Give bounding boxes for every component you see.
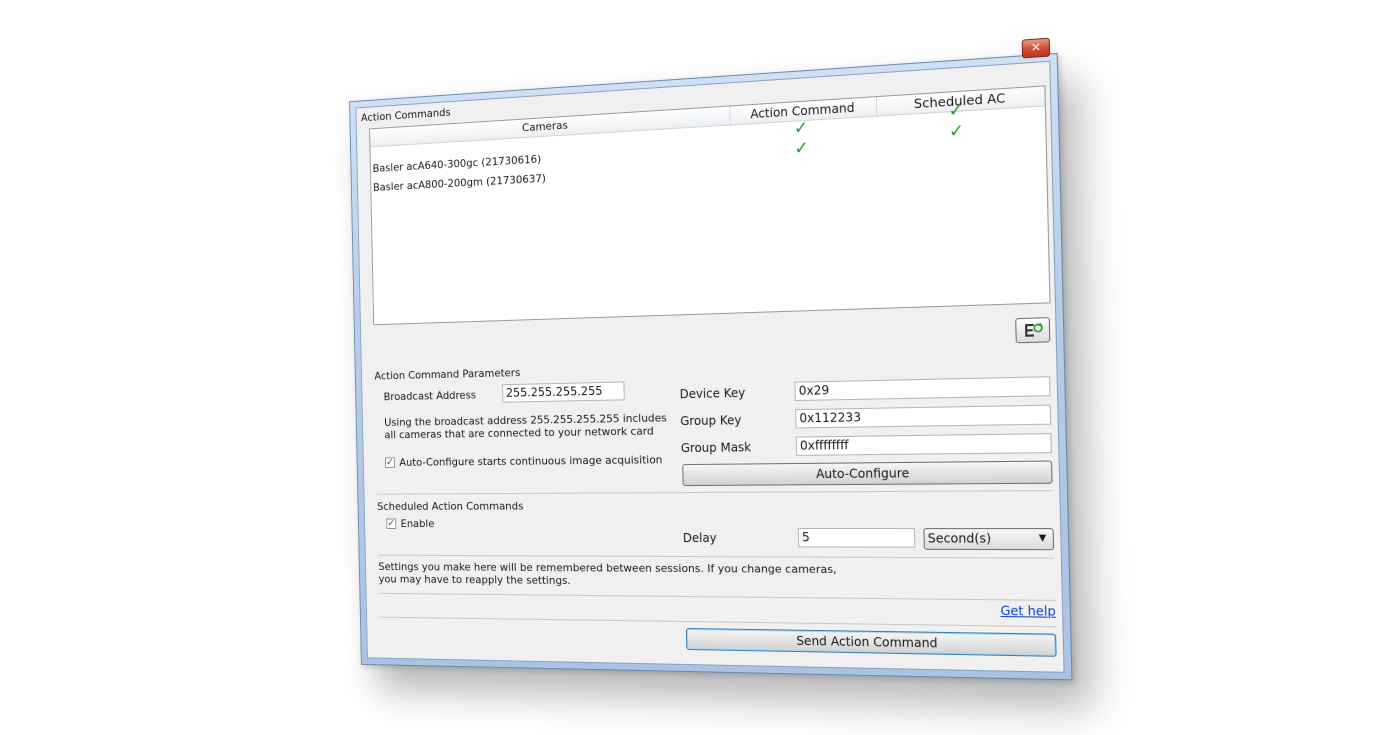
client-area: Action Commands Cameras Action Command S… xyxy=(355,60,1065,673)
camera-grid[interactable]: Cameras Action Command Scheduled AC Basl… xyxy=(369,85,1051,326)
separator xyxy=(378,554,1055,559)
separator xyxy=(379,616,1056,628)
auto-configure-button[interactable]: Auto-Configure xyxy=(682,460,1053,487)
broadcast-address-input[interactable]: 255.255.255.255 xyxy=(502,381,625,403)
delay-unit-select[interactable]: Second(s) ▼ xyxy=(923,528,1055,551)
autoconfig-checkbox[interactable]: ✓ xyxy=(384,457,395,468)
params-section-label: Action Command Parameters xyxy=(374,366,521,383)
settings-note-line2: you may have to reapply the settings. xyxy=(378,572,571,587)
checkmark-icon[interactable]: ✓ xyxy=(949,121,965,143)
device-key-input[interactable]: 0x29 xyxy=(794,376,1051,402)
window-title: Action Commands xyxy=(360,105,451,125)
enable-checkbox-label: Enable xyxy=(400,517,435,530)
group-mask-input[interactable]: 0xffffffff xyxy=(795,433,1052,456)
device-key-label: Device Key xyxy=(679,385,746,402)
autoconfig-checkbox-label: Auto-Configure starts continuous image a… xyxy=(399,453,663,469)
refresh-list-icon xyxy=(1025,318,1049,337)
action-commands-window: ✕ Action Commands Cameras Action Command… xyxy=(349,37,1073,681)
checkmark-icon[interactable]: ✓ xyxy=(794,118,809,139)
enable-checkbox[interactable]: ✓ xyxy=(386,518,397,529)
group-key-input[interactable]: 0x112233 xyxy=(795,404,1052,429)
scheduled-section-label: Scheduled Action Commands xyxy=(376,499,524,513)
separator xyxy=(378,592,1056,601)
close-button[interactable]: ✕ xyxy=(1021,37,1051,59)
refresh-list-button[interactable] xyxy=(1015,317,1051,344)
separator xyxy=(376,490,1053,495)
get-help-link[interactable]: Get help xyxy=(1000,603,1056,618)
broadcast-address-label: Broadcast Address xyxy=(383,388,477,404)
chevron-down-icon: ▼ xyxy=(1038,533,1047,544)
send-action-command-button[interactable]: Send Action Command xyxy=(685,627,1057,657)
group-mask-label: Group Mask xyxy=(680,440,752,456)
checkmark-icon[interactable]: ✓ xyxy=(794,138,809,159)
delay-unit-value: Second(s) xyxy=(927,531,992,546)
checkmark-icon[interactable]: ✓ xyxy=(948,100,964,122)
delay-input[interactable]: 5 xyxy=(797,528,916,548)
group-key-label: Group Key xyxy=(680,413,742,429)
delay-label: Delay xyxy=(682,531,717,546)
close-icon: ✕ xyxy=(1030,40,1042,55)
grid-header: Cameras Action Command Scheduled AC xyxy=(370,86,1045,148)
